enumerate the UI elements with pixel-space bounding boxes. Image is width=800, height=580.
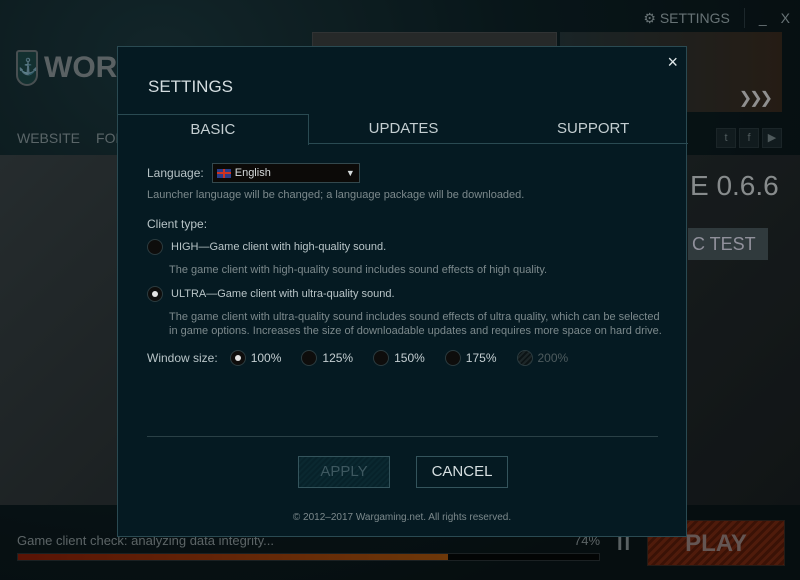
divider: [147, 436, 658, 437]
tab-support[interactable]: SUPPORT: [498, 114, 688, 143]
radio-high[interactable]: HIGH—Game client with high-quality sound…: [147, 239, 662, 255]
dialog-title: SETTINGS: [148, 77, 234, 96]
radio-button[interactable]: [301, 350, 318, 366]
ultra-description: The game client with ultra-quality sound…: [169, 311, 662, 337]
size-125[interactable]: 125%: [301, 350, 353, 366]
size-150[interactable]: 150%: [373, 350, 425, 366]
settings-dialog: SETTINGS × BASIC UPDATES SUPPORT Languag…: [117, 46, 688, 537]
size-100[interactable]: 100%: [229, 350, 281, 366]
window-size-label: Window size:: [147, 351, 218, 365]
radio-button[interactable]: [147, 239, 163, 255]
radio-button[interactable]: [147, 286, 163, 302]
radio-button: [516, 350, 533, 366]
tab-basic[interactable]: BASIC: [118, 114, 309, 145]
apply-button[interactable]: APPLY: [298, 456, 390, 488]
language-label: Language:: [147, 166, 204, 180]
tab-updates[interactable]: UPDATES: [309, 114, 499, 143]
uk-flag-icon: [216, 168, 231, 178]
language-select[interactable]: English ▼: [211, 163, 360, 183]
high-description: The game client with high-quality sound …: [169, 264, 548, 276]
close-icon[interactable]: ×: [667, 52, 678, 73]
chevron-down-icon: ▼: [345, 168, 355, 178]
radio-ultra[interactable]: ULTRA—Game client with ultra-quality sou…: [147, 286, 662, 302]
language-hint: Launcher language will be changed; a lan…: [147, 189, 525, 201]
copyright: © 2012–2017 Wargaming.net. All rights re…: [292, 512, 512, 523]
client-type-label: Client type:: [147, 217, 208, 231]
radio-button[interactable]: [229, 350, 246, 366]
radio-button[interactable]: [373, 350, 390, 366]
cancel-button[interactable]: CANCEL: [416, 456, 508, 488]
size-200: 200%: [516, 350, 568, 366]
size-175[interactable]: 175%: [444, 350, 497, 366]
radio-button[interactable]: [444, 350, 461, 366]
